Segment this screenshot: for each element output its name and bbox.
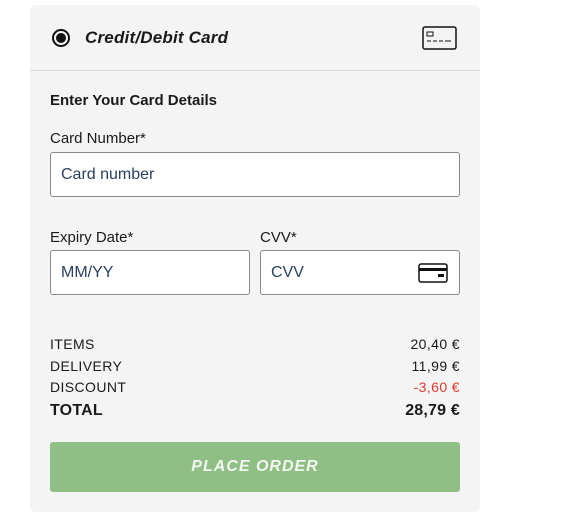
items-value: 20,40 €: [410, 336, 460, 352]
summary-delivery-row: DELIVERY 11,99 €: [50, 358, 460, 374]
place-order-button[interactable]: PLACE ORDER: [50, 442, 460, 492]
payment-panel: Credit/Debit Card Enter Your Card Detail…: [30, 5, 480, 512]
radio-selected-dot: [56, 33, 66, 43]
summary-discount-row: DISCOUNT -3,60 €: [50, 379, 460, 395]
expiry-date-input[interactable]: [50, 250, 250, 295]
card-back-icon: [418, 263, 448, 283]
expiry-date-label: Expiry Date*: [50, 229, 134, 246]
credit-card-icon: [422, 26, 457, 50]
total-value: 28,79 €: [405, 402, 460, 419]
discount-value: -3,60 €: [413, 379, 460, 395]
total-label: TOTAL: [50, 402, 103, 419]
summary-items-row: ITEMS 20,40 €: [50, 336, 460, 352]
card-number-input[interactable]: [50, 152, 460, 197]
payment-method-label: Credit/Debit Card: [85, 28, 229, 47]
card-number-label: Card Number*: [50, 130, 146, 147]
delivery-label: DELIVERY: [50, 358, 123, 374]
discount-label: DISCOUNT: [50, 379, 127, 395]
payment-method-option[interactable]: Credit/Debit Card: [30, 5, 480, 71]
delivery-value: 11,99 €: [411, 358, 460, 374]
card-details-title: Enter Your Card Details: [50, 92, 217, 109]
cvv-label: CVV*: [260, 229, 297, 246]
payment-method-radio[interactable]: [52, 29, 70, 47]
summary-total-row: TOTAL 28,79 €: [50, 402, 460, 420]
items-label: ITEMS: [50, 336, 95, 352]
